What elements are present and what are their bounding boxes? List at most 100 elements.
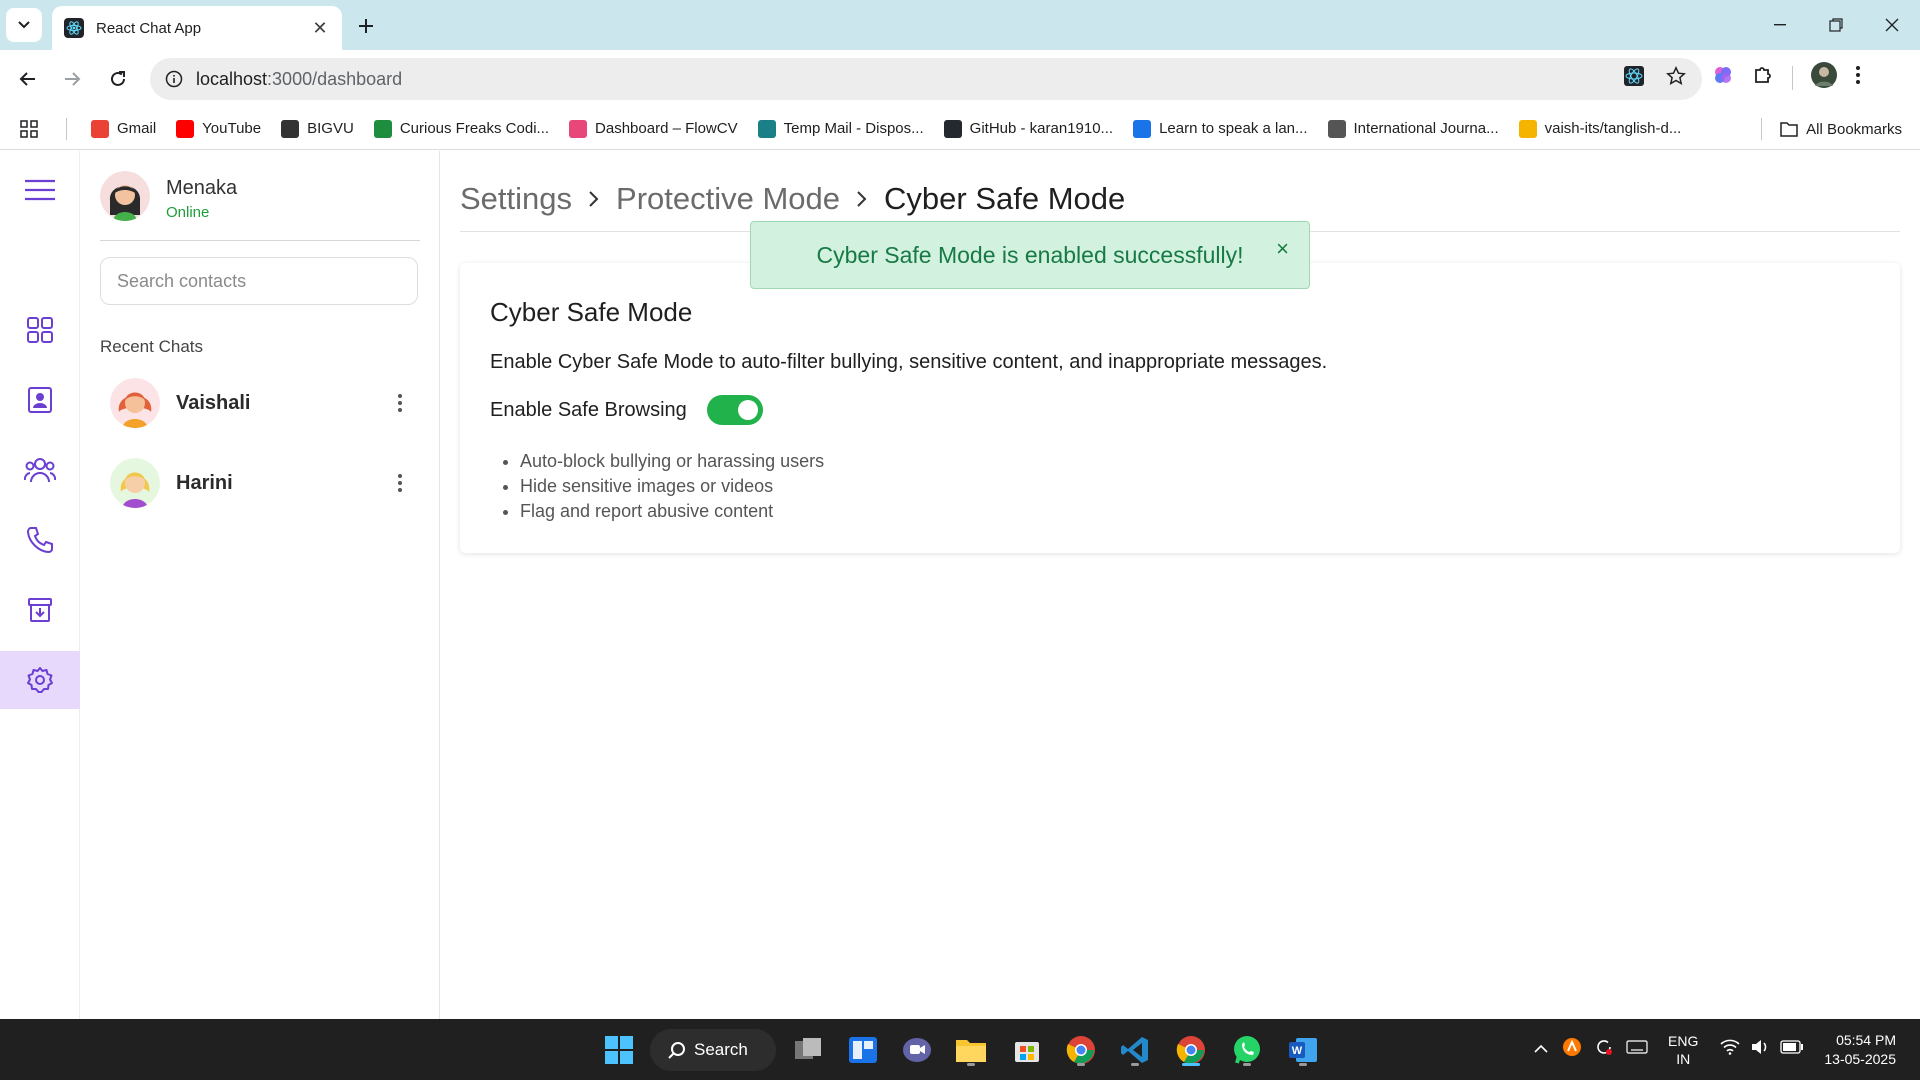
chat-options-icon[interactable] bbox=[388, 385, 412, 421]
bookmark-item[interactable]: YouTube bbox=[176, 119, 261, 138]
address-bar[interactable]: localhost:3000/dashboard bbox=[150, 58, 1702, 100]
language-indicator[interactable]: ENG IN bbox=[1668, 1032, 1698, 1068]
widgets-icon[interactable] bbox=[844, 1031, 882, 1069]
bookmark-favicon-icon bbox=[1518, 119, 1537, 138]
chevron-up-icon[interactable] bbox=[1534, 1041, 1548, 1059]
bookmark-item[interactable]: Temp Mail - Dispos... bbox=[757, 119, 924, 138]
bookmark-item[interactable]: BIGVU bbox=[281, 119, 354, 138]
bookmark-item[interactable]: Learn to speak a lan... bbox=[1133, 119, 1308, 138]
url-path: :3000/dashboard bbox=[267, 68, 403, 89]
user-name: Menaka bbox=[166, 177, 238, 199]
clock[interactable]: 05:54 PM 13-05-2025 bbox=[1824, 1031, 1896, 1069]
browser-menu-icon[interactable] bbox=[1855, 65, 1861, 90]
toast-message: Cyber Safe Mode is enabled successfully! bbox=[816, 241, 1244, 268]
all-bookmarks-button[interactable]: All Bookmarks bbox=[1761, 118, 1902, 140]
extension-icons bbox=[1712, 62, 1861, 93]
reload-icon bbox=[111, 71, 125, 86]
wifi-icon[interactable] bbox=[1720, 1039, 1740, 1060]
clock-date: 13-05-2025 bbox=[1824, 1050, 1896, 1067]
volume-icon[interactable] bbox=[1750, 1039, 1770, 1060]
back-button[interactable] bbox=[12, 63, 44, 95]
window-controls bbox=[1752, 0, 1920, 50]
breadcrumb-settings[interactable]: Settings bbox=[460, 181, 572, 217]
site-info-icon[interactable] bbox=[164, 69, 184, 89]
list-item: Hide sensitive images or videos bbox=[520, 474, 824, 499]
nav-settings[interactable] bbox=[0, 651, 80, 709]
phone-icon bbox=[26, 527, 53, 554]
bookmark-item[interactable]: International Journa... bbox=[1327, 119, 1499, 138]
apps-grid-icon[interactable] bbox=[20, 119, 38, 138]
users-group-icon bbox=[24, 458, 56, 483]
chat-options-icon[interactable] bbox=[388, 465, 412, 501]
running-indicator bbox=[967, 1063, 975, 1066]
bookmark-label: Gmail bbox=[117, 120, 157, 137]
chat-item-harini[interactable]: Harini bbox=[100, 450, 420, 516]
bookmark-item[interactable]: Gmail bbox=[91, 119, 157, 138]
card-description: Enable Cyber Safe Mode to auto-filter bu… bbox=[490, 351, 1328, 373]
bookmark-item[interactable]: GitHub - karan1910... bbox=[943, 119, 1114, 138]
toast-close-icon[interactable]: × bbox=[1276, 236, 1289, 262]
chat-name: Vaishali bbox=[176, 391, 251, 414]
microsoft-store-icon[interactable] bbox=[1008, 1031, 1046, 1069]
reload-button[interactable] bbox=[102, 63, 134, 95]
teams-meet-icon[interactable] bbox=[898, 1031, 936, 1069]
bookmark-item[interactable]: Curious Freaks Codi... bbox=[373, 119, 549, 138]
recent-chats-heading: Recent Chats bbox=[100, 337, 203, 356]
gemini-extension-icon[interactable] bbox=[1712, 64, 1734, 91]
search-contacts-input[interactable] bbox=[100, 257, 418, 305]
safe-browsing-toggle[interactable] bbox=[706, 395, 763, 425]
tab-close-icon[interactable]: ✕ bbox=[310, 18, 330, 38]
nav-groups[interactable] bbox=[0, 441, 80, 499]
success-toast: Cyber Safe Mode is enabled successfully!… bbox=[750, 221, 1310, 289]
tab-search-button[interactable] bbox=[6, 8, 42, 42]
breadcrumb: Settings Protective Mode Cyber Safe Mode bbox=[460, 181, 1125, 217]
taskbar-search[interactable]: Search bbox=[650, 1029, 776, 1071]
toggle-label: Enable Safe Browsing bbox=[490, 398, 687, 421]
browser-toolbar: localhost:3000/dashboard bbox=[0, 50, 1920, 108]
nav-contacts[interactable] bbox=[0, 371, 80, 429]
forward-button[interactable] bbox=[56, 63, 88, 95]
nav-dashboard[interactable] bbox=[0, 301, 80, 359]
browser-tab-active[interactable]: React Chat App ✕ bbox=[52, 6, 342, 50]
minimize-button[interactable] bbox=[1752, 0, 1808, 50]
list-item: Flag and report abusive content bbox=[520, 499, 824, 524]
folder-icon bbox=[1780, 122, 1798, 137]
start-button[interactable] bbox=[600, 1031, 638, 1069]
breadcrumb-protective-mode[interactable]: Protective Mode bbox=[616, 181, 840, 217]
new-tab-button[interactable] bbox=[352, 12, 380, 40]
bookmark-favicon-icon bbox=[91, 119, 109, 138]
restore-button[interactable] bbox=[1808, 0, 1864, 50]
battery-icon[interactable] bbox=[1780, 1040, 1804, 1059]
bookmark-star-icon[interactable] bbox=[1665, 66, 1687, 91]
bookmark-label: Learn to speak a lan... bbox=[1159, 120, 1308, 137]
avatar[interactable] bbox=[100, 171, 150, 221]
chrome-icon[interactable] bbox=[1062, 1031, 1100, 1069]
chat-item-vaishali[interactable]: Vaishali bbox=[100, 370, 420, 436]
extensions-puzzle-icon[interactable] bbox=[1752, 64, 1774, 91]
task-view-icon[interactable] bbox=[790, 1031, 828, 1069]
whatsapp-icon[interactable] bbox=[1228, 1031, 1266, 1069]
file-explorer-icon[interactable] bbox=[952, 1031, 990, 1069]
active-indicator bbox=[1182, 1063, 1200, 1066]
vscode-icon[interactable] bbox=[1116, 1031, 1154, 1069]
hamburger-menu-button[interactable] bbox=[0, 161, 80, 219]
bookmarks-divider bbox=[1761, 118, 1763, 140]
bookmark-item[interactable]: Dashboard – FlowCV bbox=[569, 119, 738, 138]
region-code: IN bbox=[1676, 1050, 1691, 1067]
nav-archive[interactable] bbox=[0, 581, 80, 639]
bookmark-label: International Journa... bbox=[1353, 120, 1499, 137]
keyboard-icon[interactable] bbox=[1626, 1039, 1648, 1060]
tab-title: React Chat App bbox=[96, 19, 202, 37]
sync-icon[interactable] bbox=[1594, 1037, 1614, 1062]
close-window-button[interactable] bbox=[1864, 0, 1920, 50]
bookmark-label: BIGVU bbox=[307, 120, 354, 137]
bookmark-item[interactable]: vaish-its/tanglish-d... bbox=[1518, 119, 1681, 138]
profile-avatar[interactable] bbox=[1811, 62, 1837, 93]
react-devtools-icon[interactable] bbox=[1624, 66, 1644, 91]
bookmark-label: GitHub - karan1910... bbox=[969, 120, 1114, 137]
chrome-profile-icon[interactable] bbox=[1172, 1031, 1210, 1069]
avast-icon[interactable] bbox=[1562, 1037, 1582, 1062]
nav-calls[interactable] bbox=[0, 511, 80, 569]
word-icon[interactable]: W bbox=[1284, 1031, 1322, 1069]
language-code: ENG bbox=[1668, 1032, 1699, 1049]
